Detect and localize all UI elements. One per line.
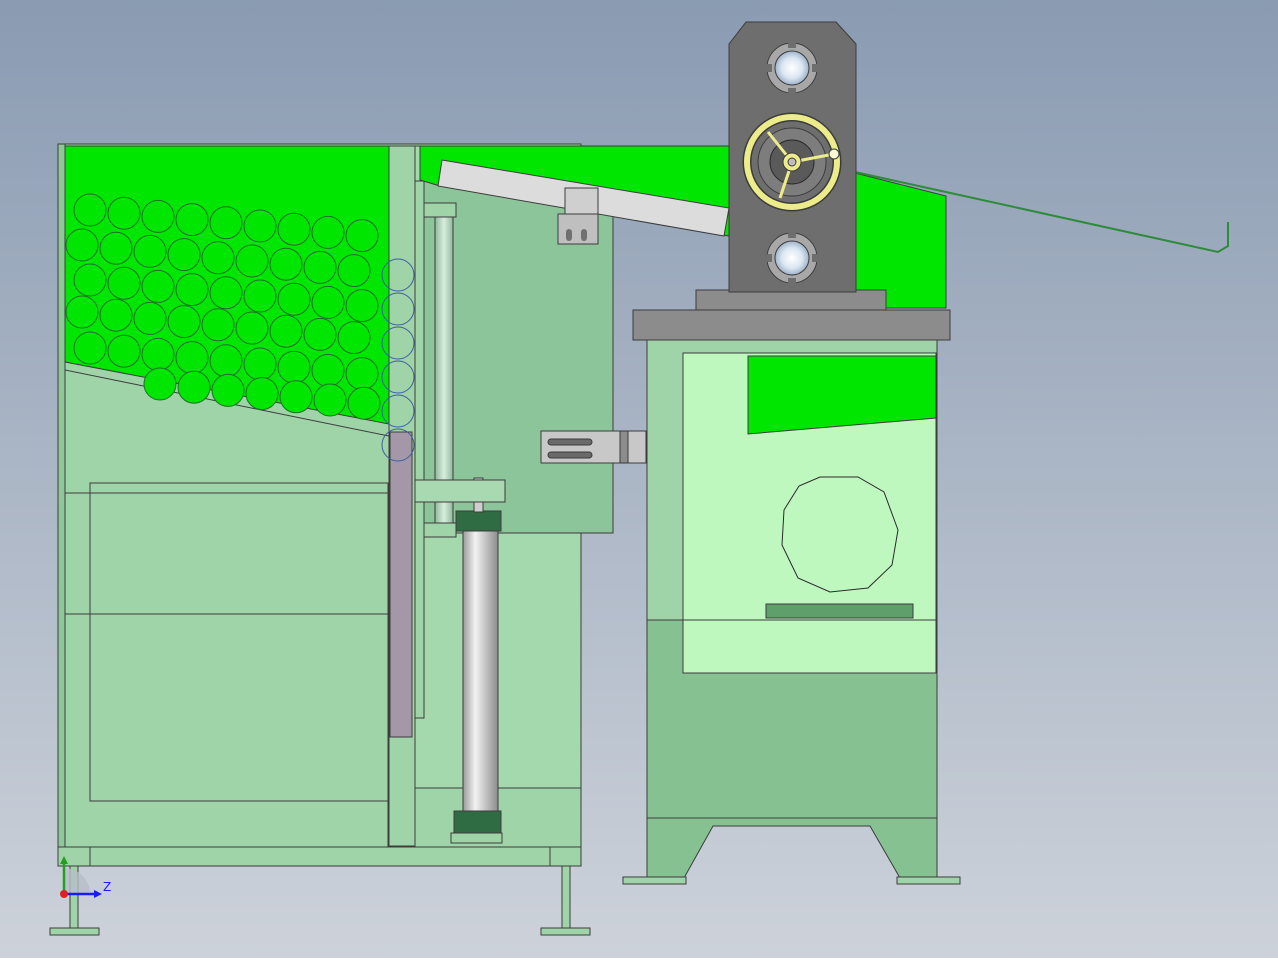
tube [73,263,107,297]
tube [167,305,201,339]
tube [133,234,167,268]
tube [107,266,141,300]
tube [209,206,243,240]
cylinder-top-cap [455,510,502,532]
tube [345,219,379,253]
tube [141,269,175,303]
tube [347,386,381,420]
tube [211,373,245,407]
tube [141,337,175,371]
table-plate [632,309,951,341]
tube [133,301,167,335]
tube [209,276,243,310]
chute-bracket-foot [557,213,599,245]
tube [65,295,99,329]
rod-cap-top [423,202,457,218]
tube [243,279,277,313]
foot-right [896,876,961,885]
roller-frame-base [695,289,887,311]
tube [303,317,337,351]
tube [107,334,141,368]
hopper-base [57,846,582,867]
tube [337,321,371,355]
tube [235,311,269,345]
cylinder-mount [450,832,503,844]
tube [143,367,177,401]
tube [337,254,371,288]
roller-tray [854,172,947,309]
motor-base [765,603,914,619]
cylinder-bottom-cap [453,810,502,834]
tube [177,370,211,404]
tube [345,289,379,323]
cylinder-barrel [462,530,499,814]
foot-left [622,876,687,885]
door-frame [414,180,425,719]
tube [73,331,107,365]
bracket-slot [581,229,587,241]
chute-bracket [564,187,599,217]
tube [73,193,107,227]
tube [209,344,243,378]
rod-cap-bottom [423,522,457,538]
tube [243,209,277,243]
tube [99,298,133,332]
hopper-left-wall [57,143,66,867]
tube [175,341,209,375]
tube [277,212,311,246]
tube [311,353,345,387]
bracket-slot [566,229,572,241]
tube [175,203,209,237]
mount-bracket [540,430,647,464]
handwheel-icon[interactable] [742,112,842,212]
roller-cabinet[interactable] [622,339,961,885]
tube [65,228,99,262]
tube [107,196,141,230]
tube [175,273,209,307]
tube [269,314,303,348]
tube [201,241,235,275]
cad-viewport[interactable]: Z [0,0,1278,958]
tube [243,347,277,381]
tube [311,285,345,319]
tube [167,238,201,272]
tube [141,199,175,233]
tube [99,231,133,265]
tube [311,215,345,249]
tube [269,247,303,281]
mid-bracket [414,479,506,503]
machine-drawing [0,0,1278,958]
triad-z-label: Z [103,880,112,894]
tube [279,380,313,414]
tube [303,250,337,284]
tube [277,282,311,316]
tube [235,244,269,278]
tube [201,308,235,342]
tube [245,377,279,411]
tube [345,357,379,391]
tube [313,383,347,417]
purple-plate [389,431,413,738]
tube [277,350,311,384]
